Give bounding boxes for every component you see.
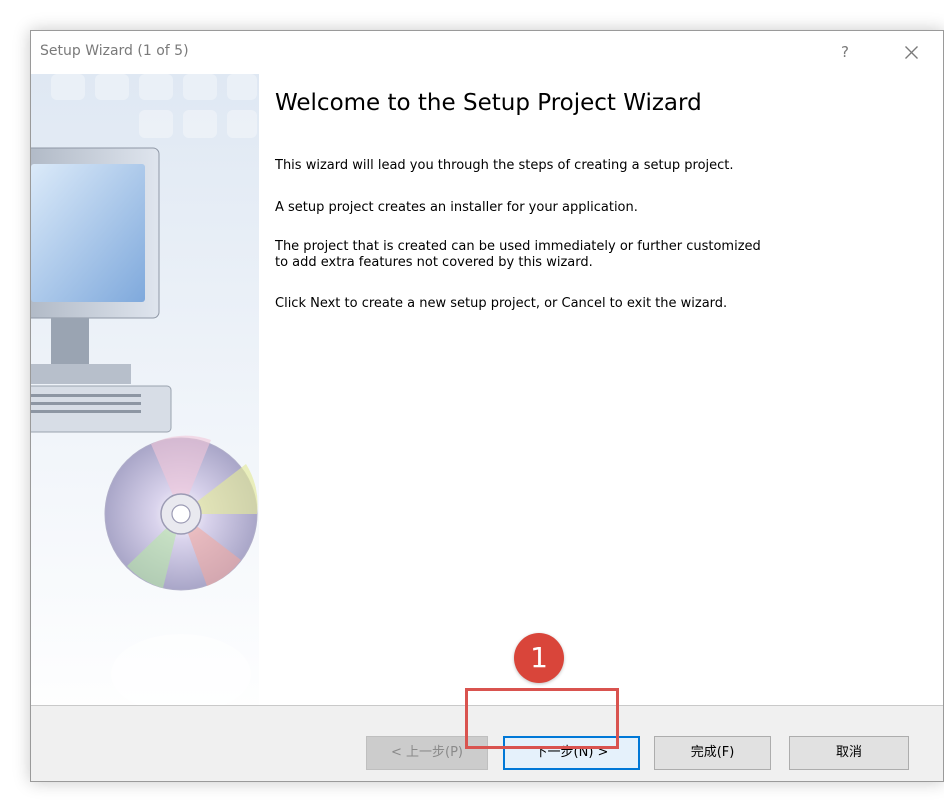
- step-number-badge: 1: [514, 633, 564, 683]
- page-heading: Welcome to the Setup Project Wizard: [275, 90, 702, 116]
- computer-and-cd-illustration: [31, 74, 258, 714]
- description-paragraph: A setup project creates an installer for…: [275, 200, 638, 215]
- help-button[interactable]: ?: [828, 37, 862, 67]
- title-bar: Setup Wizard (1 of 5) ?: [31, 31, 943, 73]
- setup-wizard-dialog: Setup Wizard (1 of 5) ? Welcome to the S…: [30, 30, 944, 782]
- wizard-sidebar-image: [31, 74, 259, 734]
- customization-paragraph-line-1: The project that is created can be used …: [275, 239, 761, 254]
- window-title: Setup Wizard (1 of 5): [40, 43, 189, 59]
- next-button-highlight: [465, 688, 619, 749]
- close-button[interactable]: [891, 37, 931, 67]
- customization-paragraph-line-2: to add extra features not covered by thi…: [275, 255, 593, 270]
- close-icon: [904, 46, 918, 59]
- instructions-paragraph: Click Next to create a new setup project…: [275, 296, 728, 311]
- intro-paragraph: This wizard will lead you through the st…: [275, 158, 734, 173]
- finish-button[interactable]: 完成(F): [654, 736, 771, 770]
- cancel-button[interactable]: 取消: [789, 736, 909, 770]
